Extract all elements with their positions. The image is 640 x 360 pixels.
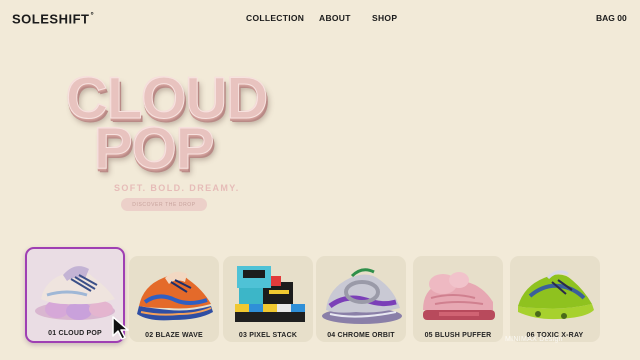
- nav-shop-link[interactable]: SHOP: [372, 13, 397, 23]
- shoe-card-toxic-x-ray[interactable]: 06 TOXIC X-RAY: [510, 256, 600, 342]
- shoe-card-blush-puffer[interactable]: 05 BLUSH PUFFER: [413, 256, 503, 342]
- pixel-stack-sneaker-icon: [235, 266, 305, 322]
- brand-mark: °: [90, 11, 95, 20]
- blaze-wave-sneaker-icon: [137, 271, 213, 321]
- card-label: 05 BLUSH PUFFER: [424, 332, 492, 339]
- hero-title: CLOUD POP: [65, 69, 268, 181]
- shoe-card-pixel-stack[interactable]: 03 PIXEL STACK: [223, 256, 313, 342]
- blush-puffer-sneaker-icon: [423, 272, 495, 320]
- card-label: 02 BLAZE WAVE: [145, 332, 203, 339]
- card-label: 03 PIXEL STACK: [238, 332, 298, 339]
- bag-button[interactable]: BAG 00: [596, 13, 627, 23]
- toxic-x-ray-sneaker-icon: [518, 270, 594, 320]
- nav-about-link[interactable]: ABOUT: [319, 13, 351, 23]
- shoe-card-blaze-wave[interactable]: 02 BLAZE WAVE: [129, 256, 219, 342]
- card-label: 01 CLOUD POP: [48, 330, 102, 337]
- brand-logo[interactable]: SOLESHIFT°: [12, 11, 94, 26]
- brand-name: SOLESHIFT: [12, 11, 90, 27]
- chrome-orbit-sneaker-icon: [322, 268, 402, 324]
- discover-button[interactable]: DISCOVER THE DROP: [121, 198, 207, 211]
- shoe-card-cloud-pop[interactable]: 01 CLOUD POP: [25, 247, 125, 343]
- shoe-card-chrome-orbit[interactable]: 04 CHROME ORBIT: [316, 256, 406, 342]
- watermark: MINIMAX Design: [505, 336, 563, 343]
- card-label: 04 CHROME ORBIT: [327, 332, 395, 339]
- nav-collection-link[interactable]: COLLECTION: [246, 13, 304, 23]
- mouse-cursor-icon: [112, 316, 129, 340]
- top-nav: SOLESHIFT° COLLECTION ABOUT SHOP BAG 00: [0, 0, 640, 36]
- hero-tagline: SOFT. BOLD. DREAMY.: [114, 183, 240, 193]
- hero-title-line2: POP: [94, 116, 216, 181]
